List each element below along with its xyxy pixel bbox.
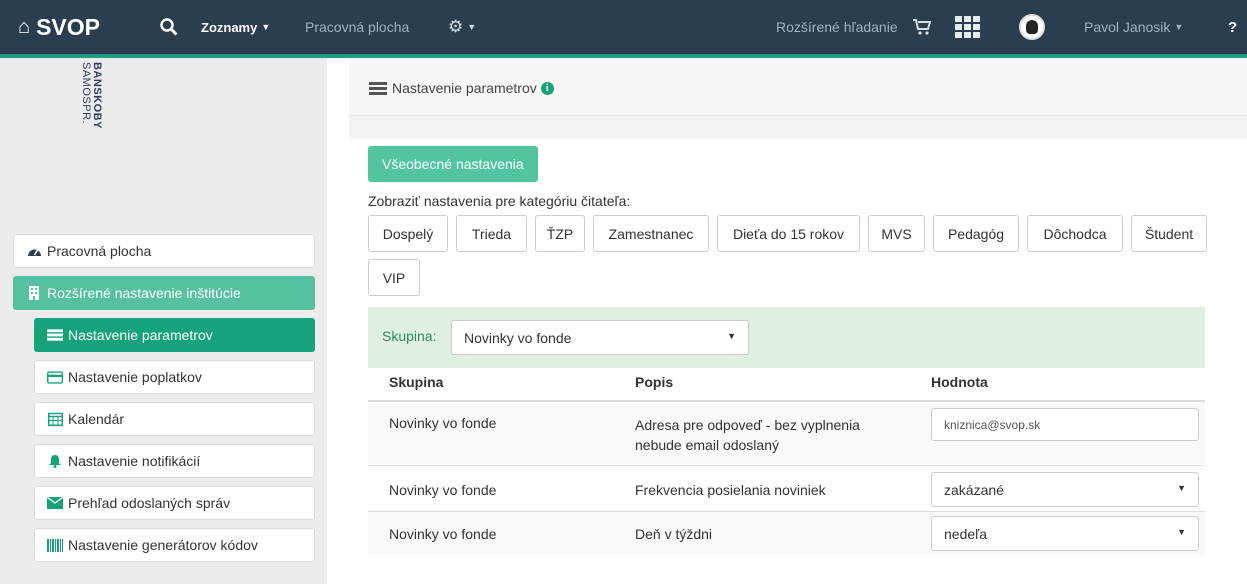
building-icon	[26, 286, 42, 300]
column-header-value: Hodnota	[931, 374, 988, 390]
frequency-select-value: zakázané	[944, 481, 1004, 498]
avatar[interactable]	[1019, 0, 1045, 54]
main-content: Nastavenie parametrov i Všeobecné nastav…	[349, 58, 1247, 584]
dashboard-icon	[26, 245, 42, 257]
advanced-search-link[interactable]: Rozšírené hľadanie	[776, 0, 898, 54]
group-filter-panel: Skupina: Novinky vo fonde ▼	[368, 307, 1205, 368]
search-icon[interactable]	[160, 0, 178, 54]
help-icon[interactable]: ?	[1228, 0, 1237, 54]
lists-label: Zoznamy	[201, 19, 258, 35]
category-button[interactable]: VIP	[368, 259, 420, 296]
apps-grid-icon[interactable]	[955, 0, 980, 54]
sidebar-item-parameters[interactable]: Nastavenie parametrov	[34, 318, 315, 352]
cart-icon[interactable]	[913, 0, 931, 54]
cell-group: Novinky vo fonde	[389, 415, 497, 431]
chevron-down-icon: ▼	[467, 22, 477, 32]
sidebar-item-calendar[interactable]: Kalendár	[34, 402, 315, 436]
settings-dropdown[interactable]: ⚙ ▼	[448, 0, 476, 54]
user-menu[interactable]: Pavol Janosik ▼	[1084, 0, 1183, 54]
decorative-band	[349, 116, 1247, 138]
general-settings-button[interactable]: Všeobecné nastavenia	[368, 146, 538, 182]
info-icon[interactable]: i	[540, 81, 554, 95]
caret-down-icon: ▼	[727, 331, 736, 341]
reply-email-input[interactable]: kniznica@svop.sk	[931, 408, 1199, 441]
group-select-value: Novinky vo fonde	[464, 329, 572, 346]
cell-group: Novinky vo fonde	[389, 482, 497, 498]
bell-icon	[47, 454, 63, 468]
group-filter-label: Skupina:	[382, 328, 437, 344]
weekday-select[interactable]: nedeľa ▼	[931, 516, 1199, 551]
sidebar-item-label: Nastavenie generátorov kódov	[68, 537, 258, 553]
page-title-text: Nastavenie parametrov	[392, 80, 537, 96]
lists-dropdown[interactable]: Zoznamy ▼	[201, 0, 270, 54]
user-name: Pavol Janosik	[1084, 19, 1171, 35]
sidebar-item-label: Kalendár	[68, 411, 125, 427]
envelope-icon	[47, 497, 63, 509]
brand-link[interactable]: ⌂ SVOP	[18, 0, 100, 54]
chevron-down-icon: ▼	[261, 22, 271, 32]
column-header-group: Skupina	[389, 374, 444, 390]
category-button[interactable]: MVS	[868, 215, 925, 252]
sidebar-item-label: Nastavenie poplatkov	[68, 369, 202, 385]
row-divider	[368, 465, 1205, 466]
page-title: Nastavenie parametrov i	[369, 80, 554, 96]
category-button[interactable]: Trieda	[456, 215, 527, 252]
cell-description: Frekvencia posielania noviniek	[635, 482, 826, 498]
sidebar-item-code-generators[interactable]: Nastavenie generátorov kódov	[34, 528, 315, 562]
gear-icon: ⚙	[448, 17, 464, 36]
cell-description: Deň v týždni	[635, 526, 713, 542]
category-button[interactable]: ŤZP	[535, 215, 585, 252]
category-button[interactable]: Študent	[1131, 215, 1207, 252]
group-select[interactable]: Novinky vo fonde ▼	[451, 320, 749, 355]
sidebar-item-label: Nastavenie notifikácií	[68, 453, 201, 469]
category-button[interactable]: Zamestnanec	[593, 215, 709, 252]
category-button[interactable]: Dôchodca	[1027, 215, 1123, 252]
sidebar-item-sent-messages[interactable]: Prehľad odoslaných správ	[34, 486, 315, 520]
top-navbar: ⌂ SVOP Zoznamy ▼ Pracovná plocha ⚙ ▼ Rozší…	[0, 0, 1247, 58]
sidebar-item-label: Pracovná plocha	[47, 243, 152, 259]
chevron-down-icon: ▼	[1174, 22, 1184, 32]
category-button[interactable]: Dospelý	[368, 215, 448, 252]
institution-logo: BANSKOBY SAMOSPR.	[80, 62, 102, 129]
sidebar-item-label: Prehľad odoslaných správ	[68, 495, 231, 511]
calendar-icon	[47, 412, 63, 426]
category-button[interactable]: Pedagóg	[933, 215, 1019, 252]
cell-description: Adresa pre odpoveď - bez vyplnenia nebud…	[635, 417, 860, 453]
caret-down-icon: ▼	[1177, 483, 1186, 493]
brand-label: SVOP	[36, 13, 101, 40]
credit-card-icon	[47, 370, 63, 384]
sidebar-item-label: Rozšírené nastavenie inštitúcie	[47, 285, 241, 301]
page-header: Nastavenie parametrov i	[349, 58, 1247, 116]
sidebar-item-fees[interactable]: Nastavenie poplatkov	[34, 360, 315, 394]
sidebar-item-label: Nastavenie parametrov	[68, 327, 213, 343]
weekday-select-value: nedeľa	[944, 525, 988, 542]
settings-panel: Všeobecné nastavenia Zobraziť nastavenia…	[349, 138, 1247, 584]
column-header-description: Popis	[635, 374, 674, 390]
sidebar-item-notifications[interactable]: Nastavenie notifikácií	[34, 444, 315, 478]
sidebar: BANSKOBY SAMOSPR. Pracovná plocha Rozšír…	[0, 58, 327, 584]
sidebar-item-dashboard[interactable]: Pracovná plocha	[13, 234, 315, 268]
home-icon: ⌂	[18, 15, 31, 38]
server-icon	[47, 329, 63, 341]
category-label: Zobraziť nastavenia pre kategóriu čitate…	[368, 193, 631, 209]
cell-group: Novinky vo fonde	[389, 526, 497, 542]
caret-down-icon: ▼	[1177, 527, 1186, 537]
server-icon	[369, 81, 387, 95]
category-button[interactable]: Dieťa do 15 rokov	[717, 215, 860, 252]
sidebar-item-institution[interactable]: Rozšírené nastavenie inštitúcie	[13, 276, 315, 310]
frequency-select[interactable]: zakázané ▼	[931, 472, 1199, 507]
desktop-link[interactable]: Pracovná plocha	[305, 0, 409, 54]
barcode-icon	[47, 538, 63, 552]
